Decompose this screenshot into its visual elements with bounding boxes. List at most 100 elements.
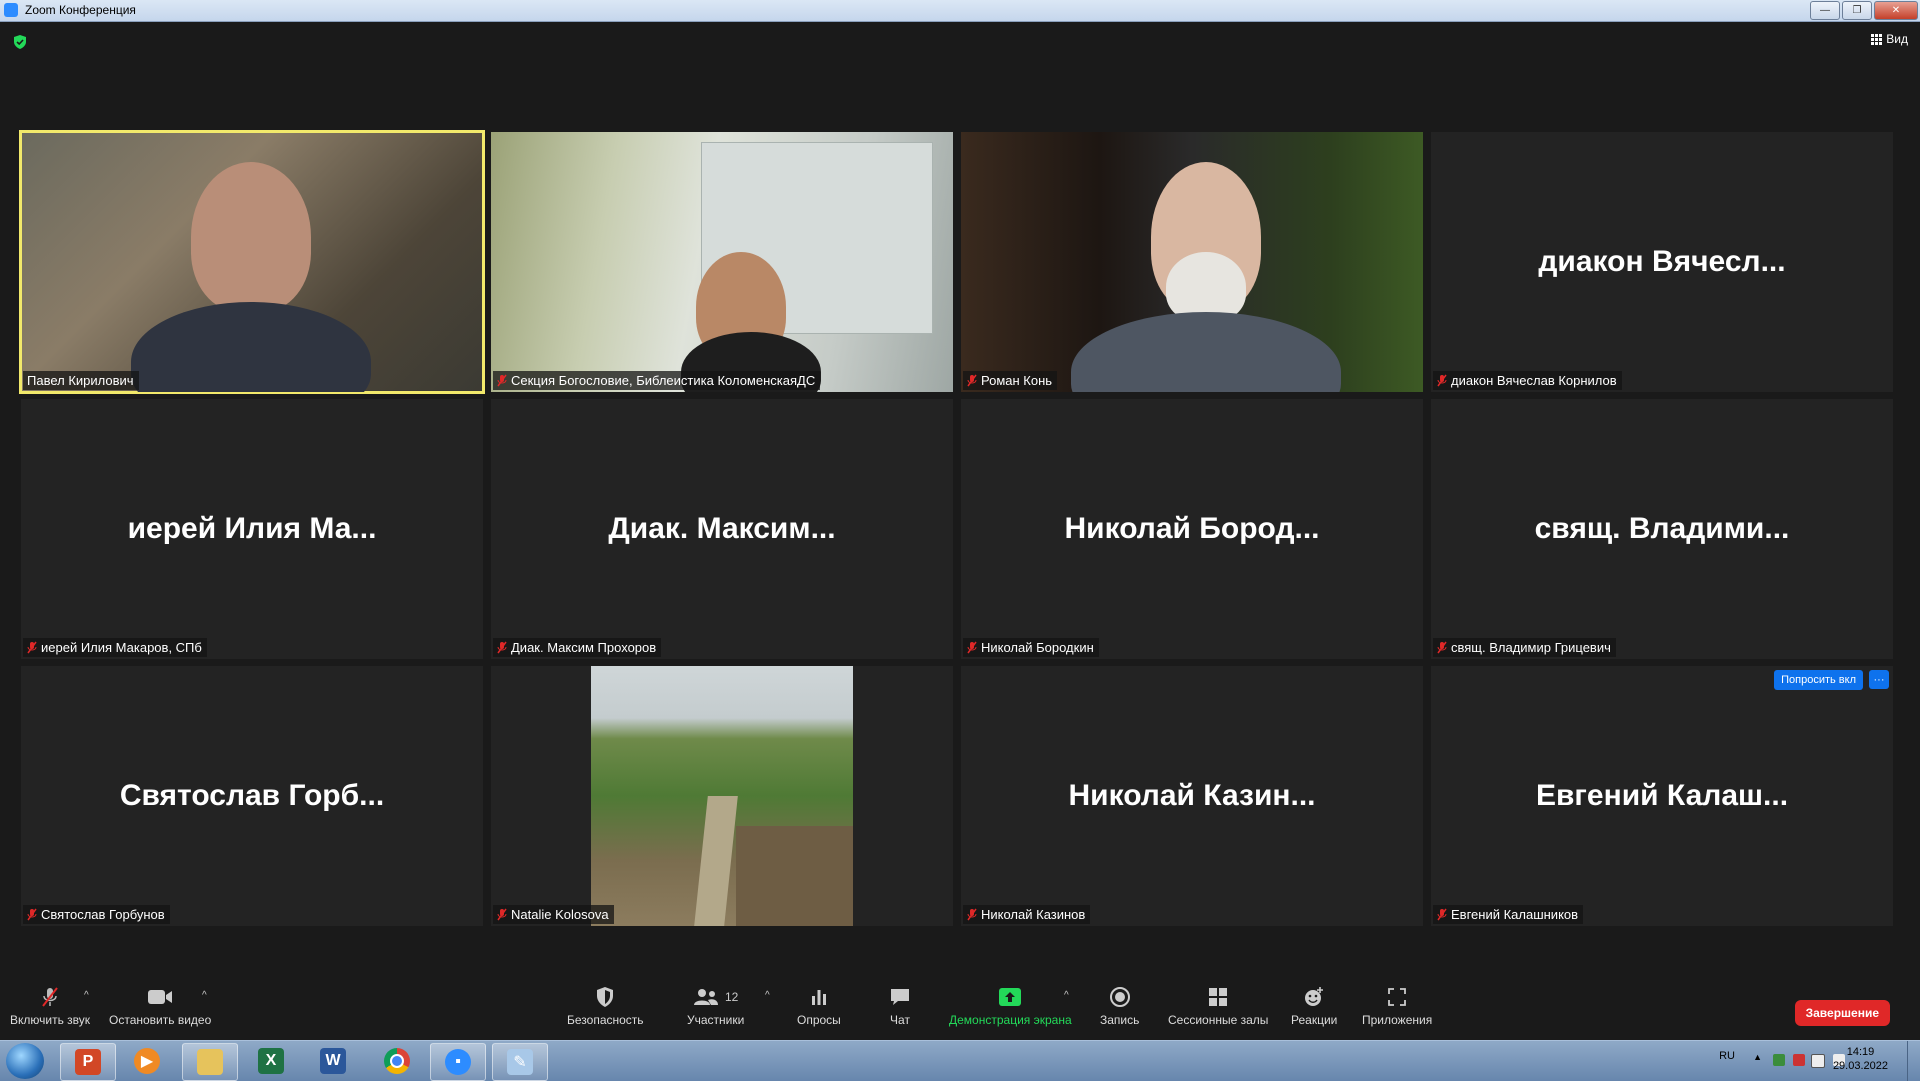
participant-display-name: Евгений Калаш... [1535, 779, 1789, 812]
participant-display-name: Николай Казин... [1068, 779, 1316, 812]
participant-name-tag: Евгений Калашников [1433, 905, 1584, 924]
mic-muted-icon [967, 641, 977, 654]
window-title: Zoom Конференция [25, 3, 136, 17]
reactions-button[interactable]: Реакции [1291, 986, 1337, 1027]
polls-button[interactable]: Опросы [797, 986, 841, 1027]
show-desktop-button[interactable] [1907, 1041, 1920, 1081]
security-tray-icon[interactable] [1773, 1054, 1785, 1066]
participant-display-name: Святослав Горб... [119, 779, 385, 812]
participant-tile[interactable]: Николай Бород... Николай Бородкин [961, 399, 1423, 659]
bar-chart-icon [811, 990, 826, 1005]
participant-name: Роман Конь [981, 373, 1053, 388]
taskbar-paint[interactable]: ✎ [492, 1043, 548, 1081]
share-screen-label: Демонстрация экрана [949, 1013, 1072, 1027]
minimize-button[interactable]: — [1810, 1, 1840, 20]
participant-name-tag: Николай Бородкин [963, 638, 1099, 657]
language-indicator[interactable]: RU [1719, 1050, 1735, 1062]
windows-taskbar: P ▶ X W ▪ ✎ RU ▲ 14:19 29.03.2022 [0, 1040, 1920, 1081]
participant-name-tag: Секция Богословие, Библеистика Коломенск… [493, 371, 821, 390]
chat-bubble-icon [891, 989, 909, 1005]
more-options-button[interactable]: ··· [1869, 670, 1889, 689]
audio-options-caret[interactable]: ^ [84, 990, 89, 1001]
participant-display-name: Николай Бород... [1064, 512, 1320, 545]
view-button[interactable]: Вид [1871, 32, 1908, 46]
mic-muted-icon [27, 908, 37, 921]
participant-name: Павел Кирилович [27, 373, 134, 388]
participant-tile-roman[interactable]: Роман Конь [961, 132, 1423, 392]
participant-tile[interactable]: свящ. Владими... свящ. Владимир Грицевич [1431, 399, 1893, 659]
record-button[interactable]: Запись [1100, 986, 1139, 1027]
share-screen-icon [999, 988, 1022, 1006]
mic-muted-icon [497, 641, 507, 654]
clock-time: 14:19 [1846, 1046, 1875, 1058]
participant-name: диакон Вячеслав Корнилов [1451, 373, 1617, 388]
video-camera-icon [148, 990, 173, 1004]
breakout-rooms-button[interactable]: Сессионные залы [1168, 986, 1268, 1027]
start-button[interactable] [6, 1043, 44, 1079]
mic-muted-icon [967, 908, 977, 921]
participant-tile[interactable]: Святослав Горб... Святослав Горбунов [21, 666, 483, 926]
participant-name: Святослав Горбунов [41, 907, 165, 922]
participant-tile-section[interactable]: Секция Богословие, Библеистика Коломенск… [491, 132, 953, 392]
mic-muted-icon [1437, 641, 1447, 654]
mic-muted-icon [967, 374, 977, 387]
taskbar-file-explorer[interactable] [182, 1043, 238, 1081]
mic-muted-icon [1437, 908, 1447, 921]
participant-name: Диак. Максим Прохоров [511, 640, 657, 655]
taskbar-chrome[interactable] [370, 1043, 424, 1079]
stop-video-button[interactable]: Остановить видео [109, 986, 211, 1027]
close-button[interactable]: ✕ [1874, 1, 1918, 20]
taskbar-excel[interactable]: X [244, 1043, 298, 1079]
network-icon[interactable] [1811, 1054, 1825, 1068]
security-button[interactable]: Безопасность [567, 986, 644, 1027]
participant-name: Николай Казинов [981, 907, 1086, 922]
breakout-rooms-icon [1209, 988, 1228, 1006]
participant-tile[interactable]: Natalie Kolosova [491, 666, 953, 926]
ask-to-unmute-button[interactable]: Попросить вкл [1774, 670, 1863, 690]
participants-options-caret[interactable]: ^ [765, 990, 770, 1001]
participant-tile[interactable]: иерей Илия Ма... иерей Илия Макаров, СПб [21, 399, 483, 659]
participant-tile[interactable]: Диак. Максим... Диак. Максим Прохоров [491, 399, 953, 659]
participant-tile[interactable]: диакон Вячесл... диакон Вячеслав Корнило… [1431, 132, 1893, 392]
chat-label: Чат [890, 1013, 910, 1027]
action-center-icon[interactable] [1793, 1054, 1805, 1066]
apps-button[interactable]: Приложения [1362, 986, 1432, 1027]
participant-tile[interactable]: Попросить вкл ··· Евгений Калаш... Евген… [1431, 666, 1893, 926]
share-screen-button[interactable]: Демонстрация экрана [949, 986, 1072, 1027]
encryption-shield-icon[interactable] [12, 34, 28, 50]
taskbar-media-player[interactable]: ▶ [120, 1043, 174, 1079]
clock[interactable]: 14:19 29.03.2022 [1833, 1045, 1888, 1073]
unmute-label: Включить звук [10, 1013, 91, 1027]
mic-muted-icon [27, 641, 37, 654]
excel-icon: X [258, 1048, 284, 1074]
participant-video [191, 162, 311, 312]
participant-tile[interactable]: Николай Казин... Николай Казинов [961, 666, 1423, 926]
grid-view-icon [1871, 33, 1883, 45]
taskbar-zoom[interactable]: ▪ [430, 1043, 486, 1081]
participants-button[interactable]: 12 Участники [687, 986, 744, 1027]
show-hidden-icons-button[interactable]: ▲ [1753, 1052, 1762, 1062]
participant-name: иерей Илия Макаров, СПб [41, 640, 202, 655]
taskbar-word[interactable]: W [306, 1043, 360, 1079]
participant-name-tag: иерей Илия Макаров, СПб [23, 638, 207, 657]
chat-button[interactable]: Чат [889, 986, 911, 1027]
security-label: Безопасность [567, 1013, 644, 1027]
restore-button[interactable]: ❐ [1842, 1, 1872, 20]
unmute-button[interactable]: Включить звук [10, 986, 90, 1027]
video-options-caret[interactable]: ^ [202, 990, 207, 1001]
apps-icon [1388, 988, 1407, 1006]
view-label: Вид [1886, 32, 1908, 46]
participant-tile-pavel[interactable]: Павел Кирилович [19, 130, 485, 394]
profile-picture-landscape [591, 666, 853, 926]
participant-name-tag: Николай Казинов [963, 905, 1091, 924]
share-options-caret[interactable]: ^ [1064, 990, 1069, 1001]
shield-icon [597, 987, 614, 1007]
apps-label: Приложения [1362, 1013, 1433, 1027]
system-tray: RU ▲ 14:19 29.03.2022 [1660, 1041, 1920, 1081]
participant-video-body [1071, 312, 1341, 392]
taskbar-powerpoint[interactable]: P [60, 1043, 116, 1081]
smiley-icon [1305, 987, 1324, 1006]
end-meeting-button[interactable]: Завершение [1794, 1000, 1890, 1026]
participant-display-name: Диак. Максим... [608, 512, 836, 545]
zoom-app-icon [4, 3, 18, 17]
